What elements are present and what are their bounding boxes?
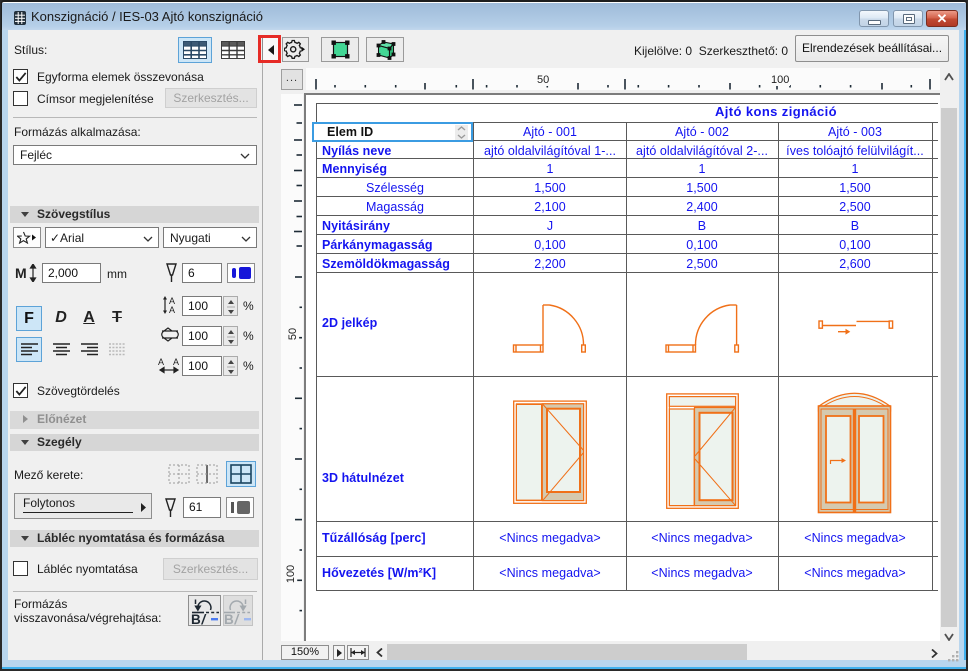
svg-text:A: A [158,357,164,367]
svg-text:/: / [234,612,240,626]
svg-text:B: B [191,612,201,626]
svg-text:A: A [173,357,179,367]
svg-text:A: A [169,305,175,314]
svg-text:/: / [201,612,207,626]
svg-text:B: B [224,612,234,626]
svg-text:M: M [15,265,27,281]
